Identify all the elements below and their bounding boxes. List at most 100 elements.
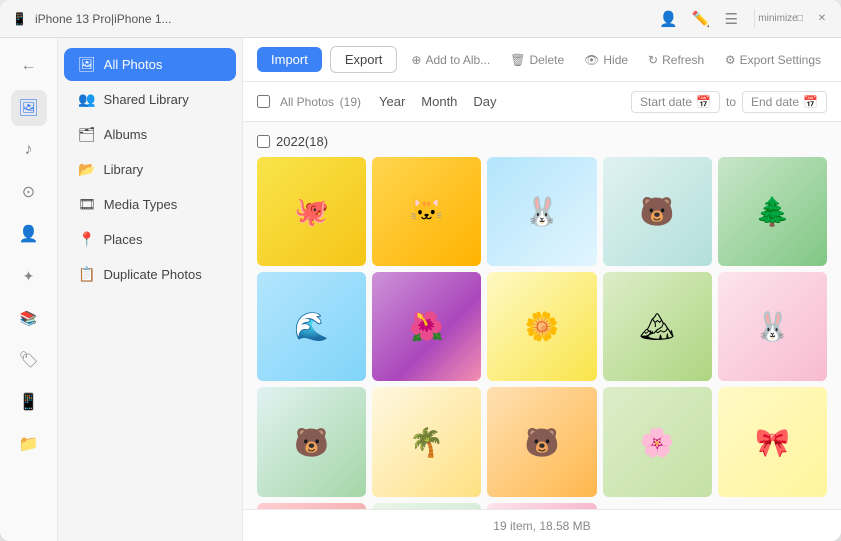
photo-placeholder-9: 🏔 [603, 272, 712, 381]
photo-placeholder-2: 🐱 [372, 157, 481, 266]
photo-cell[interactable]: 👩 [487, 503, 596, 509]
photo-cell[interactable]: 🐱 [372, 157, 481, 266]
sidebar-item-all-photos-label: All Photos [104, 57, 163, 72]
calendar-icon: 📅 [696, 95, 711, 109]
photo-cell[interactable]: 🐙 [257, 157, 366, 266]
rail-back[interactable]: ← [11, 48, 47, 84]
albums-icon: 🗂 [78, 126, 96, 143]
photo-cell[interactable]: 🎀 [718, 387, 827, 496]
rail-music[interactable]: ♪ [11, 132, 47, 168]
photo-placeholder-13: 🐻 [487, 387, 596, 496]
photo-placeholder-17: 🐰 [372, 503, 481, 509]
sidebar-item-shared-library[interactable]: 👥 Shared Library [64, 83, 236, 116]
date-range: Start date 📅 to End date 📅 [631, 91, 827, 113]
month-tab[interactable]: Month [421, 92, 457, 111]
photo-cell[interactable]: 🌸 [603, 387, 712, 496]
photos-grid: 🐙 🐱 🐰 🐻 🌲 🌊 [257, 157, 827, 509]
photo-cell[interactable]: 🐻 [603, 157, 712, 266]
photo-placeholder-14: 🌸 [603, 387, 712, 496]
sidebar-item-places[interactable]: 📍 Places [64, 223, 236, 256]
rail-bookmarks[interactable]: 🏷 [11, 342, 47, 378]
delete-button[interactable]: 🗑 Delete [504, 49, 570, 71]
rail-device[interactable]: 📱 [11, 384, 47, 420]
media-types-icon: 🎞 [78, 196, 96, 213]
app-window: 📱 iPhone 13 Pro|iPhone 1... 👤 ✏️ ☰ minim… [0, 0, 841, 541]
filter-tabs: Year Month Day [379, 92, 497, 111]
photo-cell[interactable]: 👧 [257, 503, 366, 509]
sidebar-item-albums-label: Albums [104, 127, 147, 142]
photo-cell[interactable]: 🌲 [718, 157, 827, 266]
sidebar-item-places-label: Places [103, 232, 142, 247]
close-button[interactable]: ✕ [815, 12, 829, 26]
year-header: 2022(18) [257, 134, 827, 149]
photo-placeholder-11: 🐻 [257, 387, 366, 496]
photo-cell[interactable]: 🐰 [487, 157, 596, 266]
sidebar-item-duplicate-photos-label: Duplicate Photos [103, 267, 201, 282]
places-icon: 📍 [78, 231, 95, 248]
sidebar: 🖼 All Photos 👥 Shared Library 🗂 Albums 📂… [58, 38, 243, 541]
year-checkbox[interactable] [257, 135, 270, 148]
rail-folder[interactable]: 📁 [11, 426, 47, 462]
photos-area: 2022(18) 🐙 🐱 🐰 🐻 🌲 [243, 122, 841, 509]
export-settings-icon: ⚙ [725, 53, 736, 67]
sidebar-item-albums[interactable]: 🗂 Albums [64, 118, 236, 151]
start-date-input[interactable]: Start date 📅 [631, 91, 720, 113]
photo-placeholder-12: 🌴 [372, 387, 481, 496]
end-date-input[interactable]: End date 📅 [742, 91, 827, 113]
year-label: 2022(18) [276, 134, 328, 149]
calendar-icon-2: 📅 [803, 95, 818, 109]
sidebar-item-library-label: Library [103, 162, 143, 177]
day-tab[interactable]: Day [473, 92, 496, 111]
photo-cell[interactable]: 🐰 [372, 503, 481, 509]
sidebar-item-library[interactable]: 📂 Library [64, 153, 236, 186]
photo-placeholder-18: 👩 [487, 503, 596, 509]
hide-icon: 👁 [584, 53, 599, 67]
content-area: Import Export ⊕ Add to Alb... 🗑 Delete 👁… [243, 38, 841, 541]
status-label: 19 item, 18.58 MB [493, 519, 590, 533]
photo-placeholder-10: 🐰 [718, 272, 827, 381]
rail-books[interactable]: 📚 [11, 300, 47, 336]
photo-cell[interactable]: 🌺 [372, 272, 481, 381]
photo-cell[interactable]: 🌊 [257, 272, 366, 381]
sidebar-item-media-types[interactable]: 🎞 Media Types [64, 188, 236, 221]
photo-cell[interactable]: 🏔 [603, 272, 712, 381]
user-icon: 👤 [659, 10, 678, 28]
refresh-button[interactable]: ↻ Refresh [642, 49, 710, 71]
maximize-button[interactable]: □ [793, 12, 807, 26]
photo-cell[interactable]: 🌴 [372, 387, 481, 496]
photo-placeholder-7: 🌺 [372, 272, 481, 381]
titlebar-controls: 👤 ✏️ ☰ minimize □ ✕ [659, 10, 829, 28]
device-icon: 📱 [12, 12, 27, 26]
photo-placeholder-1: 🐙 [257, 157, 366, 266]
rail-podcasts[interactable]: ⊙ [11, 174, 47, 210]
add-icon: ⊕ [411, 53, 421, 67]
photo-cell[interactable]: 🐰 [718, 272, 827, 381]
minimize-button[interactable]: minimize [771, 12, 785, 26]
export-button[interactable]: Export [330, 46, 398, 73]
all-photos-icon: 🖼 [78, 56, 96, 73]
status-bar: 19 item, 18.58 MB [243, 509, 841, 541]
menu-icon: ☰ [725, 10, 738, 28]
sidebar-item-shared-library-label: Shared Library [103, 92, 188, 107]
year-tab[interactable]: Year [379, 92, 405, 111]
export-settings-button[interactable]: ⚙ Export Settings [719, 49, 827, 71]
refresh-icon: ↻ [648, 53, 658, 67]
duplicate-photos-icon: 📋 [78, 266, 95, 283]
photo-cell[interactable]: 🌼 [487, 272, 596, 381]
photo-placeholder-6: 🌊 [257, 272, 366, 381]
rail-apps[interactable]: ✦ [11, 258, 47, 294]
import-button[interactable]: Import [257, 47, 322, 72]
hide-button[interactable]: 👁 Hide [578, 49, 634, 71]
rail-contacts[interactable]: 👤 [11, 216, 47, 252]
edit-icon: ✏️ [692, 10, 711, 28]
check-all-checkbox[interactable] [257, 95, 270, 108]
sidebar-item-media-types-label: Media Types [104, 197, 177, 212]
photo-cell[interactable]: 🐻 [257, 387, 366, 496]
rail-photos[interactable]: 🖼 [11, 90, 47, 126]
sidebar-item-all-photos[interactable]: 🖼 All Photos [64, 48, 236, 81]
sidebar-item-duplicate-photos[interactable]: 📋 Duplicate Photos [64, 258, 236, 291]
photo-cell[interactable]: 🐻 [487, 387, 596, 496]
photo-placeholder-15: 🎀 [718, 387, 827, 496]
toolbar: Import Export ⊕ Add to Alb... 🗑 Delete 👁… [243, 38, 841, 82]
add-to-album-button[interactable]: ⊕ Add to Alb... [405, 49, 496, 71]
